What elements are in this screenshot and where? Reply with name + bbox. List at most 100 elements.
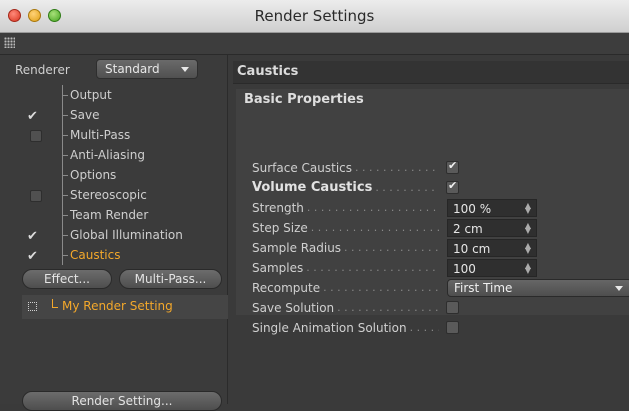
settings-tree: Output ✔ Save Multi-Pass Anti-Aliasing Option…	[22, 85, 228, 265]
tree-item-label: Multi-Pass	[70, 128, 131, 142]
property-label: Save Solution	[252, 301, 335, 315]
dot-leader: . . . . . . . . . . . . . . . . . . . . …	[323, 281, 439, 294]
property-row: Sample Radius. . . . . . . . . . . . . .…	[252, 238, 628, 258]
tree-item[interactable]: Output	[22, 85, 228, 105]
right-panel: Caustics Basic Properties Surface Causti…	[229, 55, 629, 404]
render-setting-item[interactable]: My Render Setting	[22, 295, 228, 319]
tree-tick	[62, 115, 68, 116]
property-row: Surface Caustics. . . . . . . . . . . . …	[252, 156, 628, 178]
property-row: Save Solution. . . . . . . . . . . . . .…	[252, 298, 628, 318]
dot-leader: . . . . . . . . . . . . . . . . . . . . …	[306, 201, 439, 214]
tree-tick	[62, 235, 68, 236]
field-value: 2 cm	[453, 222, 483, 236]
tree-item-label: Save	[70, 108, 100, 122]
property-row: Volume Caustics. . . . . . . . . . . . .…	[252, 176, 628, 198]
property-label: Single Animation Solution	[252, 321, 407, 335]
property-label: Strength	[252, 201, 304, 215]
tree-item[interactable]: ✔ Caustics	[22, 245, 228, 265]
checkbox[interactable]	[446, 176, 459, 196]
tree-tick	[62, 175, 68, 176]
chevron-down-icon	[615, 286, 623, 291]
property-row: Recompute. . . . . . . . . . . . . . . .…	[252, 278, 629, 298]
renderer-label: Renderer	[15, 63, 70, 77]
number-field[interactable]: 100 % ▲ ▼	[447, 199, 537, 217]
render-setting-button[interactable]: Render Setting...	[22, 391, 222, 411]
grip-icon[interactable]	[4, 37, 15, 48]
checkbox[interactable]	[446, 156, 459, 176]
tree-item[interactable]: Multi-Pass	[22, 125, 228, 145]
checkbox[interactable]	[446, 301, 459, 314]
tree-tick	[62, 155, 68, 156]
dot-leader: . . . . . . . . . . . . . . . . . . . . …	[409, 321, 439, 334]
tree-tick	[52, 307, 58, 308]
checkbox[interactable]	[446, 321, 459, 334]
dot-leader: . . . . . . . . . . . . . . . . . . . . …	[337, 301, 439, 314]
recompute-dropdown[interactable]: First Time	[447, 279, 629, 297]
checkbox[interactable]	[30, 190, 42, 202]
stepper-icon[interactable]: ▲ ▼	[525, 262, 531, 275]
property-row: Step Size. . . . . . . . . . . . . . . .…	[252, 218, 628, 238]
stepper-icon[interactable]: ▲ ▼	[525, 202, 531, 215]
tree-tick	[62, 95, 68, 96]
tree-tick	[62, 255, 68, 256]
tree-tick	[62, 195, 68, 196]
tree-item-label: Options	[70, 168, 117, 182]
checkbox[interactable]	[30, 130, 42, 142]
tree-item-label: Global Illumination	[70, 228, 183, 242]
effect-button[interactable]: Effect...	[22, 269, 112, 289]
dot-leader: . . . . . . . . . . . . . . . . . . . . …	[344, 241, 439, 254]
dot-leader: . . . . . . . . . . . . . . . . . . . . …	[310, 221, 439, 234]
property-row: Samples. . . . . . . . . . . . . . . . .…	[252, 258, 628, 278]
number-field[interactable]: 2 cm ▲ ▼	[447, 219, 537, 237]
render-setting-label: My Render Setting	[62, 299, 173, 313]
tree-tick	[62, 215, 68, 216]
tree-tick	[62, 135, 68, 136]
multipass-button[interactable]: Multi-Pass...	[119, 269, 222, 289]
property-label: Step Size	[252, 221, 308, 235]
title-bar: Render Settings	[0, 0, 629, 33]
tree-item[interactable]: Anti-Aliasing	[22, 145, 228, 165]
property-row: Single Animation Solution. . . . . . . .…	[252, 318, 628, 338]
stepper-icon[interactable]: ▲ ▼	[525, 222, 531, 235]
property-label: Surface Caustics	[252, 161, 353, 175]
tree-item[interactable]: ✔ Save	[22, 105, 228, 125]
dot-leader: . . . . . . . . . . . . . . . . . . . . …	[306, 261, 439, 274]
tree-item[interactable]: Options	[22, 165, 228, 185]
dot-leader: . . . . . . . . . . . . . . . . . . . . …	[375, 181, 439, 194]
property-label: Recompute	[252, 281, 321, 295]
tree-item[interactable]: ✔ Global Illumination	[22, 225, 228, 245]
tree-item[interactable]: Stereoscopic	[22, 185, 228, 205]
tree-item-label: Anti-Aliasing	[70, 148, 145, 162]
section-title: Caustics	[237, 64, 299, 79]
property-label: Samples	[252, 261, 304, 275]
group-title: Basic Properties	[244, 92, 364, 107]
tree-item-label: Stereoscopic	[70, 188, 147, 202]
tree-item-label: Team Render	[70, 208, 149, 222]
left-panel: Renderer Standard Output ✔ Save Multi-Pass A…	[0, 55, 228, 411]
render-setting-icon	[28, 302, 37, 311]
dropdown-value: First Time	[454, 281, 513, 295]
tree-line	[52, 299, 53, 307]
field-value: 10 cm	[453, 242, 491, 256]
property-label: Sample Radius	[252, 241, 342, 255]
tree-item-label: Caustics	[70, 248, 121, 262]
toolbar	[0, 33, 629, 55]
renderer-dropdown[interactable]: Standard	[96, 59, 198, 79]
section-header: Caustics	[233, 61, 629, 84]
field-value: 100	[453, 262, 476, 276]
field-value: 100 %	[453, 202, 492, 216]
number-field[interactable]: 10 cm ▲ ▼	[447, 239, 537, 257]
tree-item-label: Output	[70, 88, 112, 102]
renderer-value: Standard	[105, 62, 160, 76]
stepper-icon[interactable]: ▲ ▼	[525, 242, 531, 255]
chevron-down-icon	[181, 67, 189, 72]
dot-leader: . . . . . . . . . . . . . . . . . . . . …	[355, 161, 439, 174]
checkmark-icon[interactable]: ✔	[27, 107, 38, 127]
property-label: Volume Caustics	[252, 180, 373, 195]
tree-item[interactable]: Team Render	[22, 205, 228, 225]
number-field[interactable]: 100 ▲ ▼	[447, 259, 537, 277]
window-title: Render Settings	[254, 7, 375, 25]
checkmark-icon[interactable]: ✔	[27, 227, 38, 247]
property-row: Strength. . . . . . . . . . . . . . . . …	[252, 198, 628, 218]
checkmark-icon[interactable]: ✔	[27, 247, 38, 267]
